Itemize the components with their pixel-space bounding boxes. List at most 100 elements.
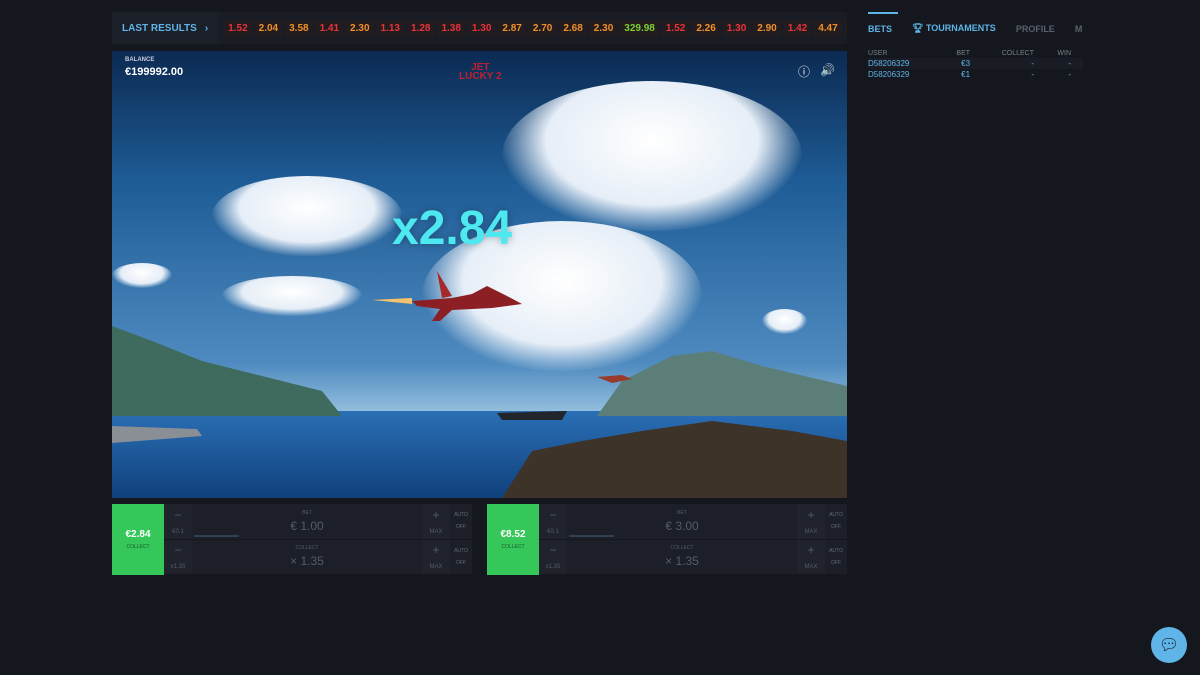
auto-collect-increase-button[interactable]: + MAX	[422, 539, 450, 574]
collect-label: COLLECT	[126, 544, 150, 550]
tab-more[interactable]: M	[1075, 24, 1083, 34]
bet-increase-button[interactable]: + MAX	[422, 504, 450, 539]
table-cell: D58206329	[868, 58, 946, 69]
jet-icon	[372, 271, 522, 321]
result-chip: 2.87	[498, 19, 526, 37]
collect-label: COLLECT	[501, 544, 525, 550]
bet-auto-toggle[interactable]: AUTO OFF	[825, 504, 847, 539]
bets-table: USER BET COLLECT WIN D58206329 €3- - D58206329 €…	[868, 49, 1083, 80]
table-cell: -	[982, 58, 1046, 69]
last-results-button[interactable]: LAST RESULTS ›	[112, 12, 219, 44]
auto-collect-decrease-button[interactable]: − x1.35	[164, 539, 192, 574]
plus-icon: +	[807, 507, 815, 522]
auto-label: AUTO	[829, 547, 843, 554]
trophy-icon: 🏆︎	[912, 23, 924, 33]
result-chip: 1.13	[376, 19, 404, 37]
result-chip: 2.30	[589, 19, 618, 37]
auto-collect-auto-toggle[interactable]: AUTO OFF	[450, 540, 472, 575]
last-results-label: LAST RESULTS	[122, 22, 197, 34]
result-chip: 2.26	[692, 19, 720, 37]
table-cell: €3	[945, 58, 983, 69]
auto-collect-label: COLLECT	[295, 545, 319, 552]
bet-input[interactable]: BET € 3.00	[567, 504, 797, 539]
bet-max-button[interactable]: MAX	[804, 529, 817, 535]
bet-min: €0.1	[547, 528, 559, 535]
tab-profile[interactable]: PROFILE	[1016, 24, 1055, 34]
result-chip: 2.90	[753, 19, 781, 37]
auto-collect-max-button[interactable]: MAX	[429, 564, 442, 570]
plus-icon: +	[432, 507, 440, 522]
ship-center	[497, 411, 567, 420]
auto-collect-max-button[interactable]: MAX	[804, 564, 817, 570]
game-canvas: BALANCE €199992.00 JET LUCKY 2 ⓘ 🔊 x2.84	[112, 51, 847, 498]
chat-button[interactable]: 💬︎	[1151, 627, 1187, 663]
sidebar: BETS 🏆︎ TOURNAMENTS PROFILE M USER BET COL…	[868, 12, 1088, 80]
bet-increase-button[interactable]: + MAX	[797, 504, 825, 539]
bet-input[interactable]: BET € 1.00	[192, 504, 422, 539]
auto-collect-auto-toggle[interactable]: AUTO OFF	[825, 540, 847, 575]
auto-collect-row: − x1.35 COLLECT × 1.35 + MAX AUTO OFF	[539, 539, 847, 575]
auto-state: OFF	[831, 559, 841, 566]
result-chip: 1.30	[467, 19, 496, 37]
table-cell: -	[1068, 70, 1071, 79]
island-left	[112, 326, 342, 416]
column-header: USER	[868, 50, 888, 57]
auto-collect-increase-button[interactable]: + MAX	[797, 539, 825, 574]
table-cell: -	[1031, 70, 1034, 79]
bet-slider[interactable]	[194, 534, 239, 537]
auto-collect-min: x1.35	[545, 564, 561, 571]
auto-collect-input[interactable]: COLLECT × 1.35	[192, 540, 422, 575]
auto-collect-value: × 1.35	[665, 554, 699, 569]
bet-max-button[interactable]: MAX	[429, 529, 442, 535]
collect-button[interactable]: €2.84 COLLECT	[112, 504, 164, 575]
bet-row: − €0.1 BET € 1.00 + MAX AUTO OFF	[164, 504, 472, 540]
auto-label: AUTO	[454, 547, 468, 554]
minus-icon: −	[549, 507, 557, 522]
balance-label: BALANCE	[125, 57, 155, 63]
result-chip: 1.52	[224, 19, 252, 37]
bet-row: − €0.1 BET € 3.00 + MAX AUTO OFF	[539, 504, 847, 540]
result-chip: 2.70	[528, 19, 557, 37]
result-chip: 3.58	[285, 19, 313, 37]
collect-amount: €8.52	[500, 529, 526, 540]
table-cell: -	[1046, 58, 1083, 69]
result-chip: 1.52	[661, 19, 690, 37]
rocks	[502, 421, 847, 498]
balance-value: €199992.00	[125, 66, 184, 78]
auto-state: OFF	[831, 524, 841, 531]
result-chip: 2.68	[559, 19, 587, 37]
minus-icon: −	[174, 543, 182, 558]
auto-state: OFF	[456, 559, 466, 566]
bet-panel: €2.84 COLLECT − €0.1 BET € 1.00 + MAX AUTO OF…	[112, 504, 472, 575]
auto-state: OFF	[456, 524, 466, 531]
collect-button[interactable]: €8.52 COLLECT	[487, 504, 539, 575]
minus-icon: −	[549, 543, 557, 558]
table-row: D58206329 €3- -	[868, 58, 1083, 69]
bet-slider[interactable]	[569, 534, 614, 537]
bet-decrease-button[interactable]: − €0.1	[539, 504, 567, 539]
sound-icon[interactable]: 🔊	[820, 63, 835, 80]
tab-bets[interactable]: BETS	[868, 24, 892, 34]
result-chip: 4.47	[814, 19, 842, 37]
auto-label: AUTO	[454, 512, 468, 519]
result-chip: 1.28	[406, 19, 435, 37]
bet-decrease-button[interactable]: − €0.1	[164, 504, 192, 539]
result-chip: 2.30	[346, 19, 374, 37]
ship-left	[112, 426, 202, 443]
result-chip: 329.98	[620, 19, 659, 37]
column-header: COLLECT	[1001, 50, 1034, 57]
bet-auto-toggle[interactable]: AUTO OFF	[450, 504, 472, 539]
auto-collect-row: − x1.35 COLLECT × 1.35 + MAX AUTO OFF	[164, 539, 472, 575]
plus-icon: +	[432, 543, 440, 558]
result-chip: 1.30	[722, 19, 751, 37]
auto-collect-input[interactable]: COLLECT × 1.35	[567, 540, 797, 575]
active-tab-indicator	[868, 12, 898, 14]
bet-min: €0.1	[172, 528, 184, 535]
auto-collect-label: COLLECT	[670, 545, 694, 552]
sidebar-tabs: BETS 🏆︎ TOURNAMENTS PROFILE M	[868, 12, 1088, 43]
bet-label: BET	[677, 509, 687, 516]
result-chip: 1.41	[315, 19, 344, 37]
info-icon[interactable]: ⓘ	[798, 63, 810, 80]
auto-collect-decrease-button[interactable]: − x1.35	[539, 539, 567, 574]
tab-tournaments[interactable]: 🏆︎ TOURNAMENTS	[912, 23, 996, 34]
